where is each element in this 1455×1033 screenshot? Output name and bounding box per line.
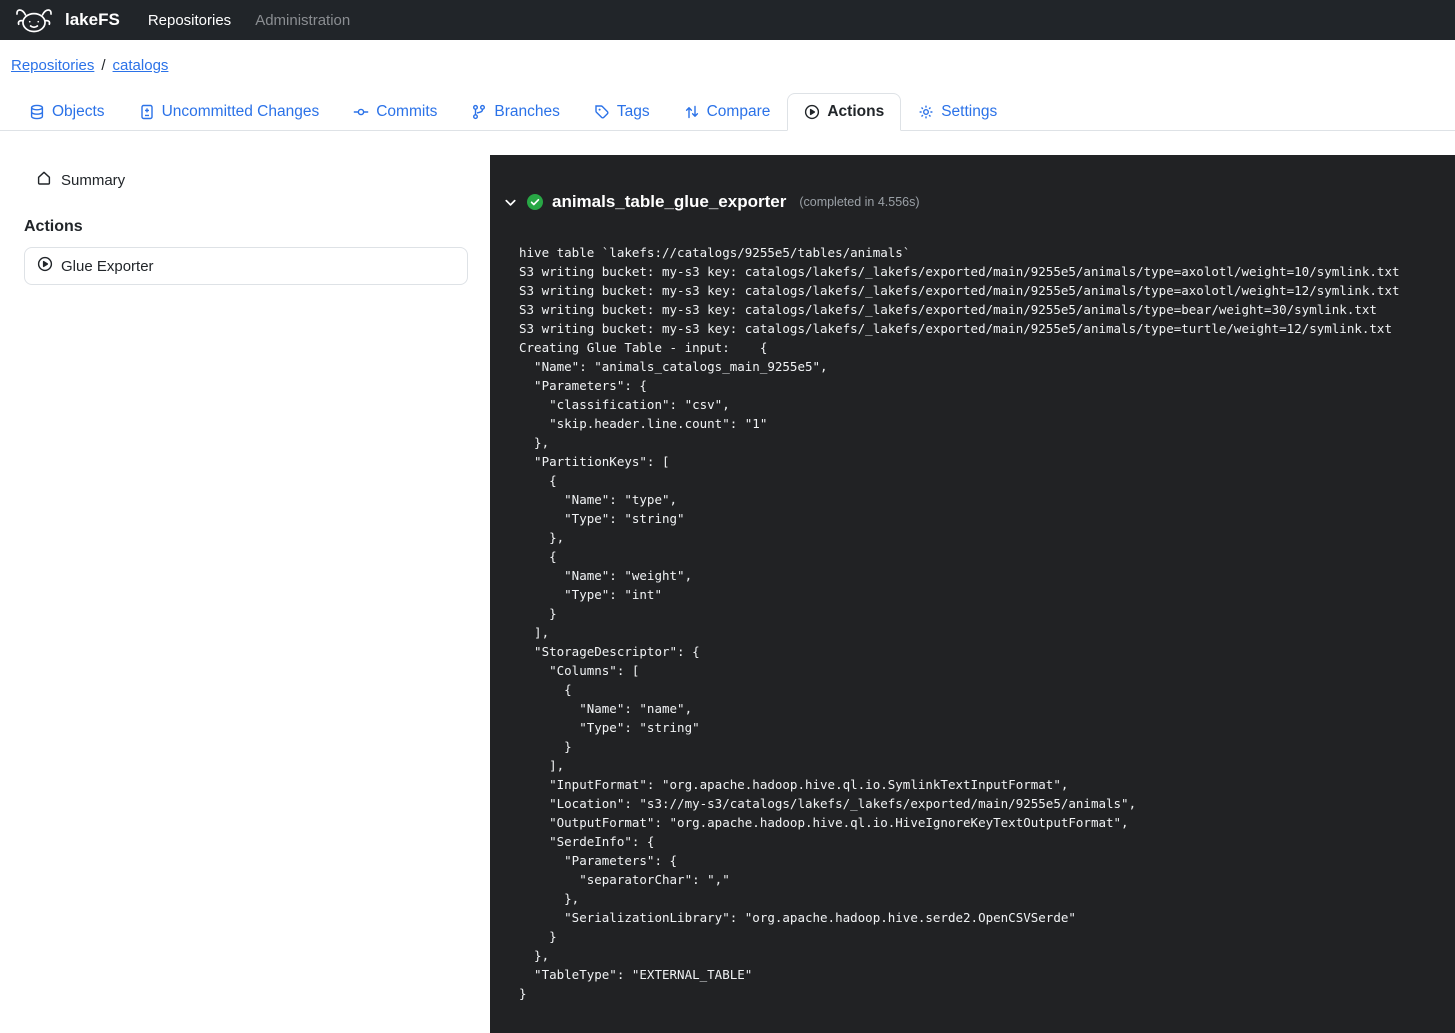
hook-run-header[interactable]: animals_table_glue_exporter (completed i…	[503, 192, 1435, 212]
repository-tabs: Objects Uncommitted Changes Commits	[0, 93, 1455, 131]
file-diff-icon	[139, 104, 155, 120]
navbar-menu: Repositories Administration	[136, 4, 362, 37]
lakefs-brand[interactable]: lakeFS	[12, 3, 120, 37]
tab-label: Tags	[617, 103, 650, 121]
tab-label: Settings	[941, 103, 997, 121]
hook-run-duration: (completed in 4.556s)	[799, 195, 919, 209]
action-run-log-panel: animals_table_glue_exporter (completed i…	[490, 155, 1455, 1033]
tab-actions[interactable]: Actions	[787, 93, 901, 131]
success-check-icon	[527, 194, 543, 210]
axolotl-logo-icon	[12, 3, 56, 37]
hook-run-title: animals_table_glue_exporter	[552, 192, 786, 212]
tab-label: Objects	[52, 103, 105, 121]
tab-tags[interactable]: Tags	[577, 93, 667, 131]
tab-uncommitted-changes[interactable]: Uncommitted Changes	[122, 93, 337, 131]
tab-settings[interactable]: Settings	[901, 93, 1014, 131]
breadcrumb: Repositories / catalogs	[0, 40, 1455, 74]
tab-objects[interactable]: Objects	[12, 93, 122, 131]
tab-label: Uncommitted Changes	[162, 103, 320, 121]
chevron-down-icon[interactable]	[503, 195, 518, 210]
sidebar-item-summary[interactable]: Summary	[24, 161, 468, 199]
tab-branches[interactable]: Branches	[454, 93, 576, 131]
breadcrumb-repositories-link[interactable]: Repositories	[11, 57, 94, 74]
action-item-label: Glue Exporter	[61, 258, 154, 275]
tab-commits[interactable]: Commits	[336, 93, 454, 131]
action-item-glue-exporter[interactable]: Glue Exporter	[24, 247, 468, 285]
top-navbar: lakeFS Repositories Administration	[0, 0, 1455, 40]
home-icon	[36, 170, 52, 190]
actions-heading: Actions	[24, 218, 468, 236]
hook-run-log-output: hive table `lakefs://catalogs/9255e5/tab…	[519, 243, 1435, 1003]
tab-label: Commits	[376, 103, 437, 121]
tab-label: Actions	[827, 103, 884, 121]
brand-name: lakeFS	[65, 10, 120, 30]
commit-icon	[353, 104, 369, 120]
navbar-item-repositories[interactable]: Repositories	[136, 4, 243, 37]
compare-icon	[684, 104, 700, 120]
gear-icon	[918, 104, 934, 120]
database-icon	[29, 104, 45, 120]
tab-label: Compare	[707, 103, 771, 121]
tab-label: Branches	[494, 103, 559, 121]
actions-page: Summary Actions Glue Exporter	[0, 155, 1455, 1033]
navbar-item-administration[interactable]: Administration	[243, 4, 362, 37]
breadcrumb-catalogs-link[interactable]: catalogs	[113, 57, 169, 74]
play-circle-icon	[37, 256, 53, 276]
breadcrumb-separator: /	[101, 57, 105, 74]
summary-label: Summary	[61, 172, 125, 189]
tag-icon	[594, 104, 610, 120]
actions-sidebar: Summary Actions Glue Exporter	[0, 155, 490, 1033]
play-circle-icon	[804, 104, 820, 120]
tab-compare[interactable]: Compare	[667, 93, 788, 131]
branch-icon	[471, 104, 487, 120]
